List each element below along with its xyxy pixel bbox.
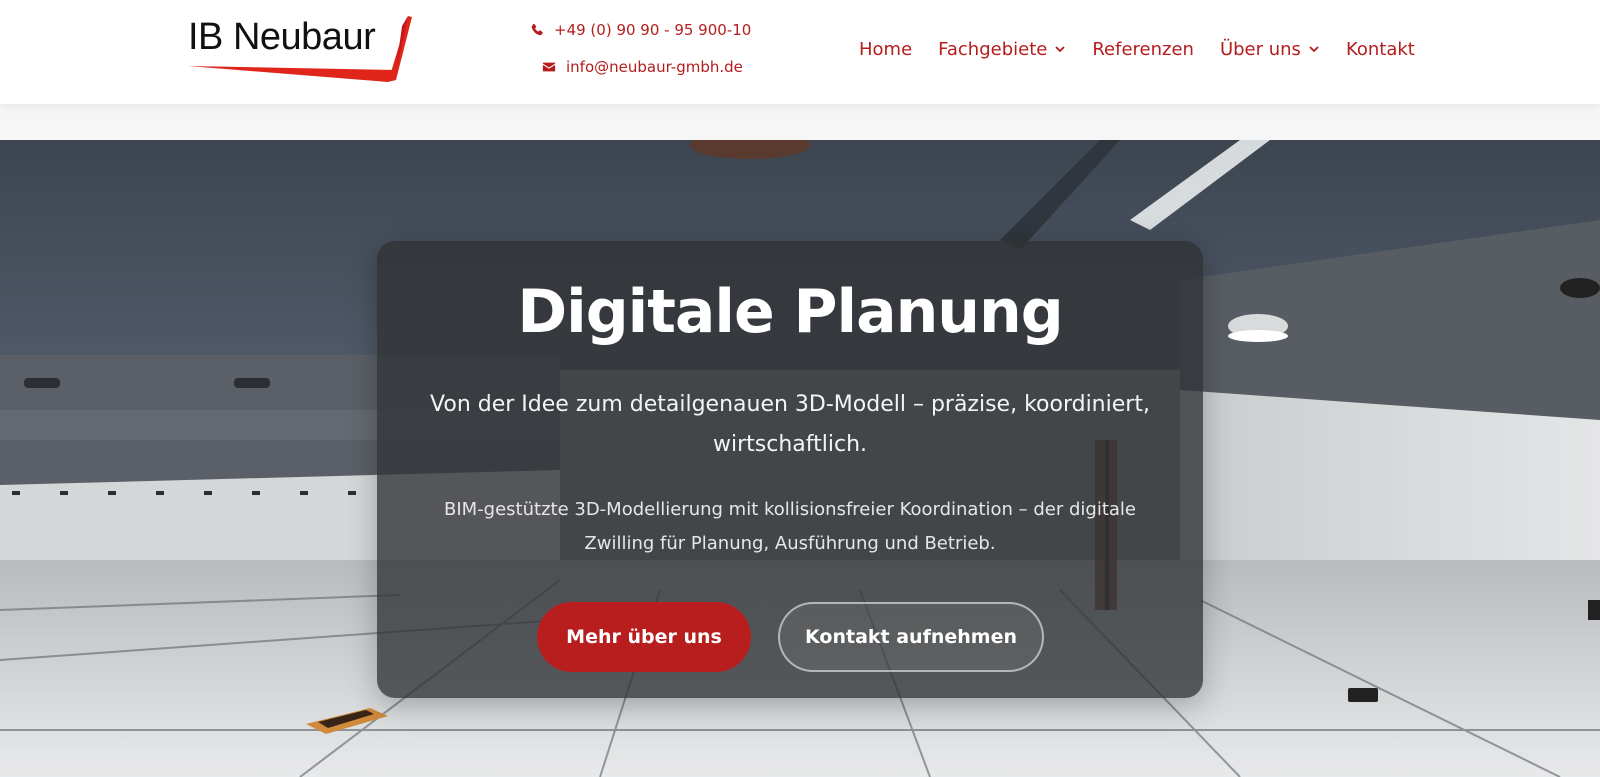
nav-item-kontakt[interactable]: Kontakt [1346,34,1415,64]
nav-item-label: Über uns [1219,38,1301,60]
phone-link[interactable]: +49 (0) 90 90 - 95 900-10 [530,18,751,42]
chevron-down-icon [1309,46,1319,53]
phone-number: +49 (0) 90 90 - 95 900-10 [554,21,752,39]
main-nav: Home Fachgebiete Referenzen Über uns Kon… [859,34,1415,64]
hero-title: Digitale Planung [517,277,1063,347]
mehr-ueber-uns-button[interactable]: Mehr über uns [537,602,751,672]
hero-section: Digitale Planung Von der Idee zum detail… [0,140,1600,777]
nav-item-ueber-uns[interactable]: Über uns [1220,34,1320,64]
hero-card: Digitale Planung Von der Idee zum detail… [377,241,1203,698]
nav-item-label: Fachgebiete [938,38,1048,60]
header-spacer [0,104,1600,140]
nav-item-label: Kontakt [1345,38,1415,60]
chevron-down-icon [1055,46,1065,53]
phone-icon [531,23,543,36]
email-link[interactable]: info@neubaur-gmbh.de [542,55,751,79]
nav-item-label: Referenzen [1092,38,1194,60]
nav-item-home[interactable]: Home [859,34,912,64]
nav-item-referenzen[interactable]: Referenzen [1092,34,1194,64]
nav-item-label: Home [859,38,913,60]
email-address: info@neubaur-gmbh.de [566,58,743,76]
hero-lead-text: Von der Idee zum detailgenauen 3D-Modell… [430,392,1150,457]
logo[interactable]: IB Neubaur [186,14,422,84]
kontakt-aufnehmen-button[interactable]: Kontakt aufnehmen [778,602,1044,672]
logo-text: IB Neubaur [188,16,376,58]
envelope-icon [542,62,556,72]
nav-item-fachgebiete[interactable]: Fachgebiete [938,34,1066,64]
contact-info: +49 (0) 90 90 - 95 900-10 info@neubaur-g… [530,18,751,79]
site-header: IB Neubaur +49 (0) 90 90 - 95 900-10 inf… [0,0,1600,104]
hero-sub-text: BIM-gestützte 3D-Modellierung mit kollis… [443,499,1137,554]
